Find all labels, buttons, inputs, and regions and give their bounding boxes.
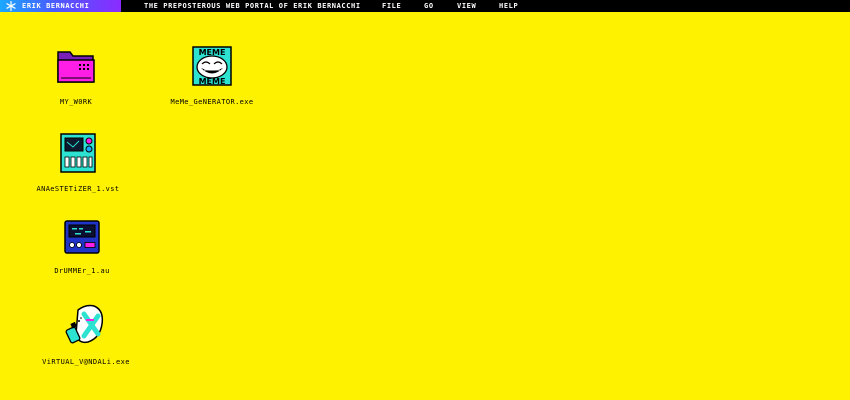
icon-label: MeMe_GeNERATOR.exe [170,98,254,106]
icon-label: DrUMMEr_1.au [54,267,110,275]
troll-face-meme-icon: MEME MEME [157,46,267,90]
drum-machine-icon [27,219,137,259]
icon-label: ViRTUAL_V@NDALi.exe [42,358,130,366]
menu-view[interactable]: VIEW [457,1,476,11]
menu-help[interactable]: HELP [499,1,518,11]
folder-icon [21,46,131,90]
icon-label: MY_W0RK [59,98,93,106]
brand-button[interactable]: ERIK BERNACCHI [0,0,121,12]
snowflake-logo-icon [0,0,22,12]
menu-file[interactable]: FILE [382,1,401,11]
icon-label: ANAeSTETiZER_1.vst [36,185,120,193]
menu-bar: ERIK BERNACCHI THE PREPOSTEROUS WEB PORT… [0,0,850,12]
menu-go[interactable]: GO [424,1,434,11]
desktop-icon-virtual-vandali[interactable]: ViRTUAL_V@NDALi.exe [31,304,141,366]
desktop-icon-meme-generator[interactable]: MEME MEME MeMe_GeNERATOR.exe [157,46,267,106]
brand-name: ERIK BERNACCHI [22,2,90,10]
desktop-icon-drummer[interactable]: DrUMMEr_1.au [27,219,137,275]
portal-title: THE PREPOSTEROUS WEB PORTAL OF ERIK BERN… [144,2,361,10]
desktop-icon-anaestetizer[interactable]: ANAeSTETiZER_1.vst [23,133,133,193]
desktop-icon-my-work[interactable]: MY_W0RK [21,46,131,106]
spray-can-icon [31,304,141,350]
synth-plugin-icon [23,133,133,177]
